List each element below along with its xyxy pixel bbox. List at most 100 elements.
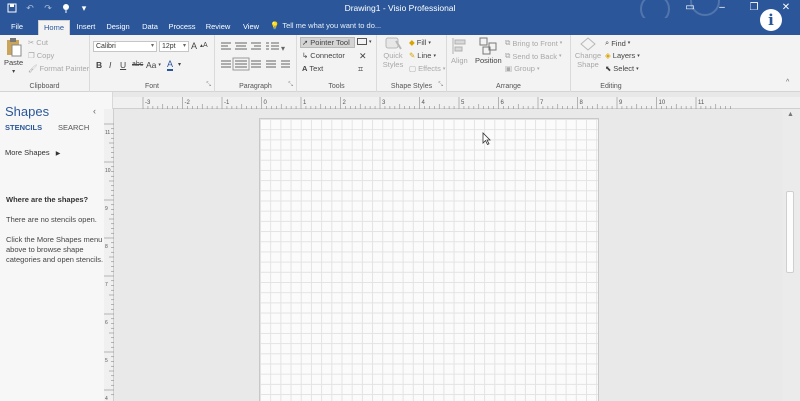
paint-bucket-icon: ◆ — [409, 38, 415, 47]
scrollbar-thumb[interactable] — [786, 191, 794, 273]
ruler-label: 3 — [382, 100, 386, 106]
shapes-title: Shapes — [5, 104, 50, 119]
ruler-label: 7 — [105, 282, 108, 288]
text-block-icon[interactable]: ⌗ — [358, 64, 363, 75]
change-shape-button[interactable]: Change Shape — [574, 37, 602, 69]
font-color-dropdown[interactable]: ▾ — [178, 61, 181, 68]
tools-group: ➚ Pointer Tool ▾ ↳ Connector ✕ A Text ⌗ Too… — [297, 35, 377, 92]
tell-me-box[interactable]: 💡 Tell me what you want to do... — [270, 21, 381, 30]
find-button[interactable]: ⌕ Find ▾ — [605, 38, 630, 48]
close-icon[interactable]: ✕ — [780, 2, 792, 13]
tab-search[interactable]: SEARCH — [58, 123, 89, 132]
italic-button[interactable]: I — [109, 60, 111, 70]
shrink-font-button[interactable]: A — [203, 42, 208, 49]
bring-to-front-button[interactable]: ⧉ Bring to Front ▾ — [505, 38, 562, 48]
more-shapes-menu[interactable]: More Shapes ▶ — [5, 148, 60, 157]
font-group: Calibri ▾ 12pt ▾ A ▲ A B I U abc Aa ▾ A ▾ Fo… — [90, 35, 215, 92]
effects-icon: ▢ — [409, 64, 417, 73]
tools-group-label: Tools — [328, 83, 345, 90]
select-arrow-icon: ⬉ — [605, 64, 612, 73]
tab-process[interactable]: Process — [167, 20, 197, 35]
ribbon-tabs: File Home Insert Design Data Process Rev… — [0, 18, 800, 35]
drawing-page[interactable] — [259, 118, 599, 401]
shape-styles-group: Quick Styles ◆ Fill ▾ ✎ Line ▾ ▢ Effects ▾ Sha… — [377, 35, 447, 92]
effects-button[interactable]: ▢ Effects ▾ — [409, 64, 445, 73]
ribbon-display-options-icon[interactable]: ▭ — [684, 2, 696, 13]
find-icon: ⌕ — [605, 38, 610, 47]
pointer-tool-button[interactable]: ➚ Pointer Tool — [302, 38, 350, 47]
arrange-group: Align Position ⧉ Bring to Front ▾ ⧉ Send to… — [447, 35, 571, 92]
minimize-icon[interactable]: – — [716, 2, 728, 13]
ruler-label: 0 — [264, 100, 268, 106]
layers-button[interactable]: ◈ Layers ▾ — [605, 51, 640, 60]
group-icon: ▣ — [505, 64, 513, 73]
tab-review[interactable]: Review — [204, 20, 232, 35]
scroll-up-icon[interactable]: ▲ — [787, 111, 794, 118]
vertical-scrollbar[interactable]: ▲ — [782, 109, 800, 401]
font-dialog-launcher-icon[interactable]: ⤡ — [206, 82, 211, 89]
fill-button[interactable]: ◆ Fill ▾ — [409, 38, 431, 47]
tab-stencils[interactable]: STENCILS — [5, 123, 42, 132]
vertical-ruler: 11 10 9 8 7 6 5 4 — [104, 109, 114, 401]
no-shapes-heading: Where are the shapes? — [6, 195, 89, 204]
position-button[interactable]: Position — [475, 37, 502, 65]
tab-view[interactable]: View — [240, 20, 262, 35]
tab-file[interactable]: File — [8, 20, 26, 35]
connector-button[interactable]: ↳ Connector — [302, 51, 345, 60]
font-color-button[interactable]: A — [167, 59, 174, 71]
ruler-label: 2 — [343, 100, 347, 106]
copy-button[interactable]: ❐ Copy — [28, 51, 54, 60]
title-bar: ↶ ↷ ▾ Drawing1 - Visio Professional ▭ – … — [0, 0, 800, 24]
align-button[interactable]: Align — [451, 37, 468, 65]
mouse-cursor-icon — [482, 132, 491, 148]
clipboard-group: Paste ▾ ✂ Cut ❐ Copy 🖌 Format Painter Clipb… — [0, 35, 90, 92]
tab-insert[interactable]: Insert — [74, 20, 98, 35]
ruler-label: -3 — [145, 100, 151, 106]
font-name-select[interactable]: Calibri ▾ — [93, 41, 157, 52]
scissors-icon: ✂ — [28, 38, 35, 47]
connector-icon: ↳ — [302, 51, 309, 60]
shape-styles-group-label: Shape Styles — [390, 83, 433, 90]
text-a-icon: A — [302, 64, 308, 73]
collapse-pane-icon[interactable]: ‹ — [93, 106, 96, 116]
quick-styles-icon — [385, 37, 402, 50]
ruler-label: 6 — [501, 100, 505, 106]
brush-icon: 🖌 — [28, 64, 38, 73]
format-painter-button[interactable]: 🖌 Format Painter — [28, 64, 89, 73]
text-tool-button[interactable]: A Text — [302, 64, 323, 73]
change-case-button[interactable]: Aa ▾ — [146, 60, 161, 70]
font-group-label: Font — [144, 83, 159, 90]
ruler-label: -1 — [224, 100, 230, 106]
ruler-label: 11 — [105, 130, 110, 136]
rectangle-tool-button[interactable]: ▾ — [357, 38, 372, 45]
strikethrough-button[interactable]: abc — [132, 61, 143, 68]
tab-design[interactable]: Design — [104, 20, 132, 35]
collapse-ribbon-icon[interactable]: ^ — [786, 79, 789, 86]
select-button[interactable]: ⬉ Select ▾ — [605, 64, 639, 73]
font-size-select[interactable]: 12pt ▾ — [159, 41, 189, 52]
send-to-back-button[interactable]: ⧉ Send to Back ▾ — [505, 51, 562, 61]
connection-point-icon[interactable]: ✕ — [359, 51, 367, 62]
drawing-canvas[interactable] — [114, 109, 782, 401]
shapes-pane: Shapes ‹ STENCILS SEARCH More Shapes ▶ W… — [0, 92, 113, 401]
pencil-icon: ✎ — [409, 51, 416, 60]
line-button[interactable]: ✎ Line ▾ — [409, 51, 436, 60]
restore-icon[interactable]: ❐ — [748, 2, 760, 13]
info-icon[interactable]: i — [760, 9, 782, 31]
shape-styles-dialog-launcher-icon[interactable]: ⤡ — [438, 82, 443, 89]
clipboard-group-label: Clipboard — [29, 83, 60, 90]
paragraph-icons[interactable]: ▾ — [219, 40, 293, 72]
underline-button[interactable]: U — [120, 60, 126, 70]
cut-button[interactable]: ✂ Cut — [28, 38, 48, 47]
tab-data[interactable]: Data — [139, 20, 161, 35]
paste-button[interactable]: Paste ▾ — [4, 37, 23, 75]
ruler-label: 9 — [105, 206, 108, 212]
tab-home[interactable]: Home — [38, 20, 70, 35]
bold-button[interactable]: B — [96, 60, 102, 70]
group-button[interactable]: ▣ Group ▾ — [505, 64, 539, 73]
ruler-label: 9 — [619, 100, 623, 106]
paragraph-dialog-launcher-icon[interactable]: ⤡ — [288, 82, 293, 89]
rectangle-icon — [357, 38, 367, 45]
bring-front-icon: ⧉ — [505, 38, 511, 47]
quick-styles-button[interactable]: Quick Styles — [380, 37, 406, 69]
